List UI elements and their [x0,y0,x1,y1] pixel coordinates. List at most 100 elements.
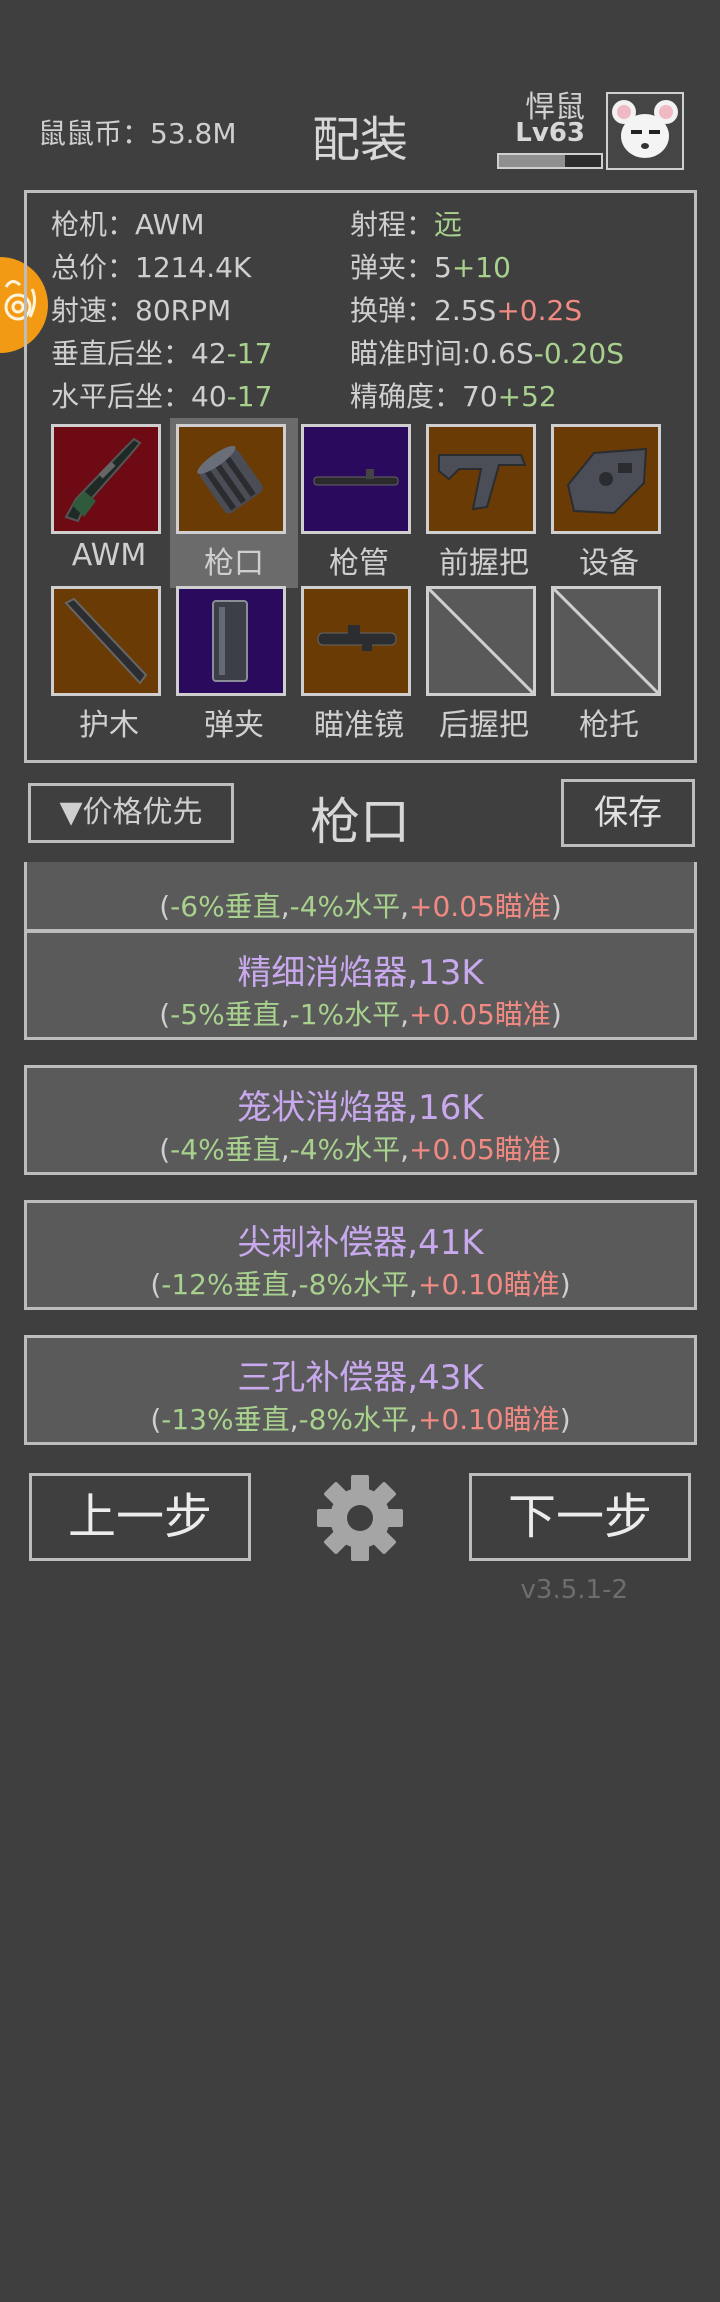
slot-barrel-label: 枪管 [329,546,389,581]
stat-accuracy-label: 精确度： [350,380,463,413]
slot-foregrip[interactable]: 前握把 [420,418,548,588]
slot-awm-frame [51,424,161,534]
stat-vrecoil: 垂直后坐：42-17 [51,332,272,372]
save-button[interactable]: 保存 [561,779,695,847]
stat-accuracy-base: 70 [462,380,498,413]
stat-accuracy: 精确度：70+52 [350,375,557,415]
slot-barrel-frame [301,424,411,534]
slot-rear-grip[interactable]: 后握把 [420,580,548,750]
prev-button[interactable]: 上一步 [29,1473,251,1561]
slot-stock-label: 枪托 [579,708,639,743]
stat-reload-label: 换弹： [350,294,435,327]
item-horiz: -1%水平 [289,998,401,1031]
item-aim: +0.05瞄准 [409,890,551,923]
slot-magazine-frame [176,586,286,696]
list-item[interactable]: 尖刺补偿器,41K (-12%垂直,-8%水平,+0.10瞄准) [24,1200,697,1310]
stat-aimtime-mod: -0.20S [533,337,624,370]
stat-price-label: 总价： [51,251,136,284]
item-aim: +0.10瞄准 [417,1403,560,1436]
item-vert: -5%垂直 [170,998,281,1031]
stat-reload-mod: +0.2S [496,294,583,327]
stat-aimtime-label: 瞄准时间: [350,337,472,370]
stat-vrecoil-label: 垂直后坐： [51,337,192,370]
slot-scope-frame [301,586,411,696]
stat-hrecoil: 水平后坐：40-17 [51,375,272,415]
slot-muzzle-frame [176,424,286,534]
stat-range: 射程：远 [350,203,462,243]
slot-scope-label: 瞄准镜 [314,708,404,743]
player-level: Lv63 [515,118,585,148]
stat-gun-value: AWM [135,208,205,241]
item-name: 三孔补偿器,43K [237,1358,484,1398]
slot-foregrip-label: 前握把 [439,546,529,581]
slot-barrel[interactable]: 枪管 [295,418,423,588]
device-icon [566,447,648,515]
slot-awm-label: AWM [71,538,147,573]
slot-rear-grip-label: 后握把 [439,708,529,743]
list-item[interactable]: 精细消焰器,13K (-5%垂直,-1%水平,+0.05瞄准) [24,930,697,1040]
foregrip-icon [438,454,527,511]
stat-hrecoil-base: 40 [191,380,227,413]
stat-price-value: 1214.4K [135,251,252,284]
stat-range-label: 射程： [350,208,435,241]
mouse-avatar-icon [612,100,678,158]
slot-scope[interactable]: 瞄准镜 [295,580,423,750]
scope-icon [317,625,397,651]
stat-aimtime: 瞄准时间:0.6S-0.20S [350,332,624,372]
item-aim: +0.05瞄准 [409,1133,551,1166]
item-effects: (-12%垂直,-8%水平,+0.10瞄准) [150,1268,571,1301]
slot-muzzle[interactable]: 枪口 [170,418,298,588]
stat-hrecoil-label: 水平后坐： [51,380,192,413]
item-name: 尖刺补偿器,41K [237,1223,484,1263]
awm-rifle-icon [64,437,142,523]
slot-device-label: 设备 [579,546,639,581]
gear-icon [317,1475,403,1561]
stat-rate: 射速：80RPM [51,289,231,329]
item-horiz: -4%水平 [289,1133,401,1166]
xp-bar-fill [499,155,566,167]
stat-magazine-label: 弹夹： [350,251,435,284]
item-effects: (-13%垂直,-8%水平,+0.10瞄准) [150,1403,571,1436]
empty-slot-icon [427,587,535,695]
slot-magazine-label: 弹夹 [204,708,264,743]
stat-gun: 枪机：AWM [51,203,204,243]
item-effects: (-4%垂直,-4%水平,+0.05瞄准) [159,1133,562,1166]
handguard-icon [64,597,148,685]
stats-panel: 枪机：AWM 射程：远 总价：1214.4K 弹夹：5+10 射速：80RPM … [24,190,697,763]
stat-hrecoil-mod: -17 [226,380,273,413]
item-vert: -13%垂直 [161,1403,290,1436]
muzzle-icon [197,445,263,514]
settings-button[interactable] [315,1473,405,1563]
avatar[interactable] [606,92,684,170]
stat-aimtime-base: 0.6S [471,337,534,370]
stat-vrecoil-mod: -17 [226,337,273,370]
item-horiz: -4%水平 [289,890,401,923]
item-vert: -12%垂直 [161,1268,290,1301]
stat-magazine-mod: +10 [451,251,511,284]
list-item[interactable]: 三孔补偿器,43K (-13%垂直,-8%水平,+0.10瞄准) [24,1335,697,1445]
slot-handguard[interactable]: 护木 [45,580,173,750]
stat-reload-base: 2.5S [434,294,497,327]
barrel-icon [313,469,399,486]
stat-price: 总价：1214.4K [51,246,251,286]
list-item[interactable]: 笼状消焰器,16K (-4%垂直,-4%水平,+0.05瞄准) [24,1065,697,1175]
item-horiz: -8%水平 [298,1268,410,1301]
magazine-icon [212,600,248,682]
list-item[interactable]: (-6%垂直,-4%水平,+0.05瞄准) [24,862,697,932]
slot-stock-frame [551,586,661,696]
slot-stock[interactable]: 枪托 [545,580,673,750]
stat-rate-label: 射速： [51,294,136,327]
item-name: 精细消焰器,13K [237,953,484,993]
next-button[interactable]: 下一步 [469,1473,691,1561]
item-effects: (-5%垂直,-1%水平,+0.05瞄准) [159,998,562,1031]
empty-slot-icon [552,587,660,695]
stat-magazine: 弹夹：5+10 [350,246,511,286]
stat-vrecoil-base: 42 [191,337,227,370]
item-vert: -6%垂直 [170,890,281,923]
slot-device-frame [551,424,661,534]
slot-handguard-frame [51,586,161,696]
slot-awm[interactable]: AWM [45,418,173,588]
slot-magazine[interactable]: 弹夹 [170,580,298,750]
slot-device[interactable]: 设备 [545,418,673,588]
stat-magazine-base: 5 [434,251,452,284]
